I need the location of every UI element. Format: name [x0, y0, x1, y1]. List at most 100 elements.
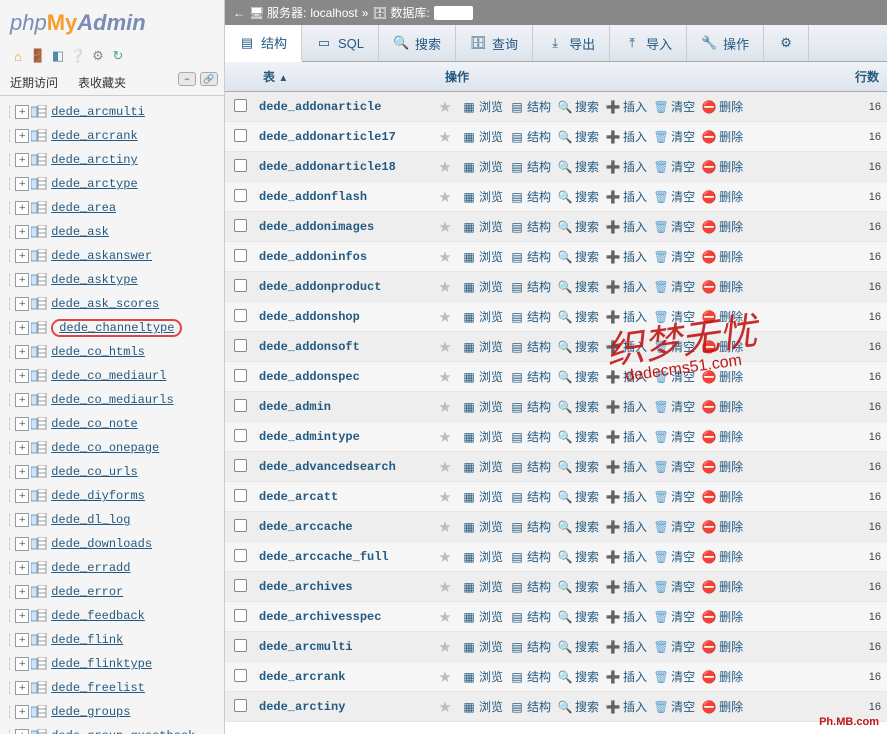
op-empty[interactable]: 🗑清空 [653, 398, 695, 415]
row-checkbox[interactable] [234, 249, 247, 262]
op-insert[interactable]: ➕插入 [605, 368, 647, 385]
row-checkbox[interactable] [234, 489, 247, 502]
op-insert[interactable]: ➕插入 [605, 578, 647, 595]
op-browse[interactable]: ▦浏览 [461, 188, 503, 205]
op-empty[interactable]: 🗑清空 [653, 128, 695, 145]
op-search[interactable]: 🔍搜索 [557, 158, 599, 175]
op-browse[interactable]: ▦浏览 [461, 308, 503, 325]
expand-icon[interactable]: + [15, 633, 29, 647]
op-insert[interactable]: ➕插入 [605, 338, 647, 355]
op-structure[interactable]: ▤结构 [509, 128, 551, 145]
row-checkbox[interactable] [234, 219, 247, 232]
reload-icon[interactable]: ↻ [110, 48, 126, 64]
op-empty[interactable]: 🗑清空 [653, 368, 695, 385]
tree-table-link[interactable]: dede_flink [51, 633, 123, 647]
op-browse[interactable]: ▦浏览 [461, 248, 503, 265]
table-name-link[interactable]: dede_arccache [255, 520, 435, 534]
op-empty[interactable]: 🗑清空 [653, 248, 695, 265]
op-empty[interactable]: 🗑清空 [653, 188, 695, 205]
op-drop[interactable]: ⛔删除 [701, 128, 743, 145]
op-empty[interactable]: 🗑清空 [653, 158, 695, 175]
op-insert[interactable]: ➕插入 [605, 128, 647, 145]
op-drop[interactable]: ⛔删除 [701, 248, 743, 265]
op-structure[interactable]: ▤结构 [509, 338, 551, 355]
op-browse[interactable]: ▦浏览 [461, 698, 503, 715]
op-structure[interactable]: ▤结构 [509, 518, 551, 535]
op-search[interactable]: 🔍搜索 [557, 98, 599, 115]
expand-icon[interactable]: + [15, 273, 29, 287]
row-checkbox[interactable] [234, 609, 247, 622]
table-name-link[interactable]: dede_archives [255, 580, 435, 594]
row-checkbox[interactable] [234, 159, 247, 172]
tree-table-link[interactable]: dede_freelist [51, 681, 145, 695]
favorite-star-icon[interactable]: ★ [435, 188, 455, 206]
op-browse[interactable]: ▦浏览 [461, 608, 503, 625]
docs-icon[interactable]: ❔ [70, 48, 86, 64]
tab-export[interactable]: ⤓导出 [533, 25, 610, 61]
op-structure[interactable]: ▤结构 [509, 248, 551, 265]
op-insert[interactable]: ➕插入 [605, 518, 647, 535]
op-search[interactable]: 🔍搜索 [557, 338, 599, 355]
row-checkbox[interactable] [234, 369, 247, 382]
op-structure[interactable]: ▤结构 [509, 188, 551, 205]
favorite-star-icon[interactable]: ★ [435, 398, 455, 416]
tree-table-link[interactable]: dede_dl_log [51, 513, 130, 527]
op-drop[interactable]: ⛔删除 [701, 668, 743, 685]
home-icon[interactable]: ⌂ [10, 48, 26, 64]
tab-recent[interactable]: 近期访问 [0, 70, 68, 95]
op-search[interactable]: 🔍搜索 [557, 398, 599, 415]
settings-icon[interactable]: ⚙ [90, 48, 106, 64]
table-name-link[interactable]: dede_addonshop [255, 310, 435, 324]
table-name-link[interactable]: dede_addonimages [255, 220, 435, 234]
expand-icon[interactable]: + [15, 297, 29, 311]
sql-icon[interactable]: ◧ [50, 48, 66, 64]
expand-icon[interactable]: + [15, 489, 29, 503]
tab-import[interactable]: ⤒导入 [610, 25, 687, 61]
tree-table-link[interactable]: dede_arctiny [51, 153, 137, 167]
op-drop[interactable]: ⛔删除 [701, 158, 743, 175]
op-insert[interactable]: ➕插入 [605, 158, 647, 175]
back-arrow-icon[interactable]: ← [233, 6, 245, 20]
op-empty[interactable]: 🗑清空 [653, 218, 695, 235]
row-checkbox[interactable] [234, 579, 247, 592]
row-checkbox[interactable] [234, 639, 247, 652]
op-empty[interactable]: 🗑清空 [653, 578, 695, 595]
table-name-link[interactable]: dede_arctiny [255, 700, 435, 714]
tree-table-link[interactable]: dede_channeltype [51, 319, 182, 337]
op-search[interactable]: 🔍搜索 [557, 458, 599, 475]
favorite-star-icon[interactable]: ★ [435, 338, 455, 356]
op-drop[interactable]: ⛔删除 [701, 488, 743, 505]
op-empty[interactable]: 🗑清空 [653, 458, 695, 475]
tree-table-link[interactable]: dede_downloads [51, 537, 152, 551]
table-name-link[interactable]: dede_advancedsearch [255, 460, 435, 474]
favorite-star-icon[interactable]: ★ [435, 518, 455, 536]
op-drop[interactable]: ⛔删除 [701, 428, 743, 445]
op-drop[interactable]: ⛔删除 [701, 308, 743, 325]
expand-icon[interactable]: + [15, 321, 29, 335]
expand-icon[interactable]: + [15, 201, 29, 215]
favorite-star-icon[interactable]: ★ [435, 578, 455, 596]
favorite-star-icon[interactable]: ★ [435, 638, 455, 656]
op-browse[interactable]: ▦浏览 [461, 548, 503, 565]
tree-table-link[interactable]: dede_groups [51, 705, 130, 719]
op-browse[interactable]: ▦浏览 [461, 278, 503, 295]
op-drop[interactable]: ⛔删除 [701, 368, 743, 385]
op-search[interactable]: 🔍搜索 [557, 488, 599, 505]
favorite-star-icon[interactable]: ★ [435, 308, 455, 326]
op-insert[interactable]: ➕插入 [605, 458, 647, 475]
op-search[interactable]: 🔍搜索 [557, 698, 599, 715]
tab-structure[interactable]: ▤结构 [225, 25, 302, 62]
op-drop[interactable]: ⛔删除 [701, 698, 743, 715]
op-browse[interactable]: ▦浏览 [461, 428, 503, 445]
op-structure[interactable]: ▤结构 [509, 488, 551, 505]
op-insert[interactable]: ➕插入 [605, 248, 647, 265]
expand-icon[interactable]: + [15, 441, 29, 455]
tree-table-link[interactable]: dede_co_note [51, 417, 137, 431]
tree-table-link[interactable]: dede_error [51, 585, 123, 599]
tree-table-link[interactable]: dede_askanswer [51, 249, 152, 263]
th-table[interactable]: 表 ▲ [255, 62, 435, 91]
op-search[interactable]: 🔍搜索 [557, 188, 599, 205]
link-icon[interactable]: 🔗 [200, 72, 218, 86]
tree-table-link[interactable]: dede_asktype [51, 273, 137, 287]
op-search[interactable]: 🔍搜索 [557, 548, 599, 565]
